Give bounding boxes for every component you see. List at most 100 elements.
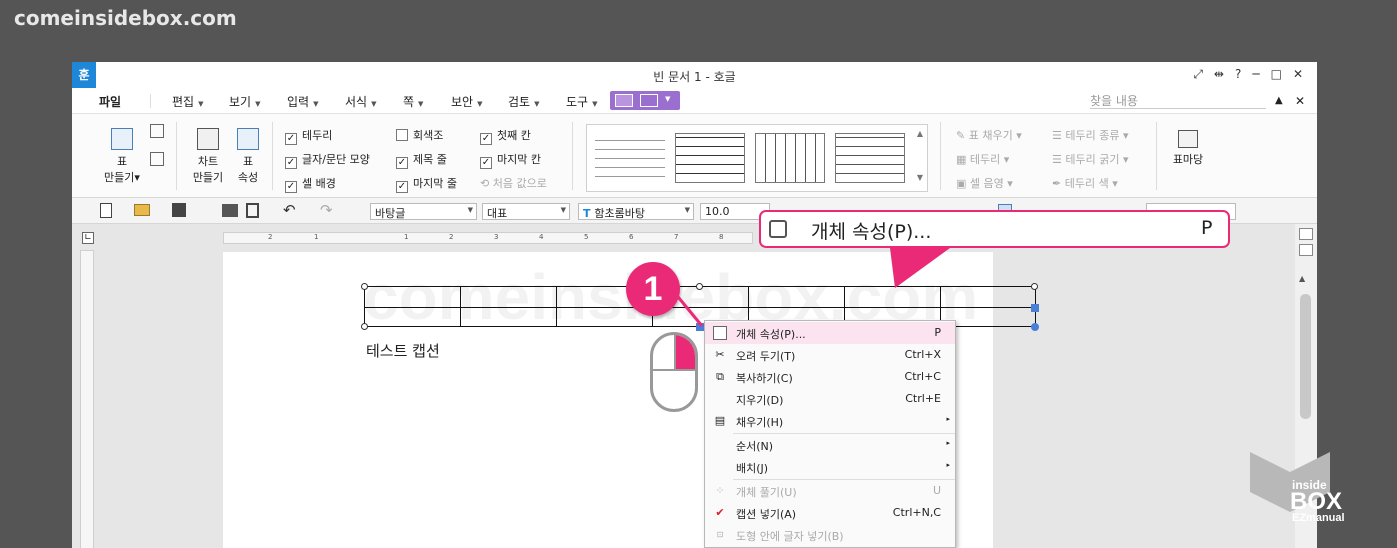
submenu-arrow-icon: ▸ bbox=[946, 439, 950, 447]
fill-icon: ▤ bbox=[714, 414, 726, 427]
menu-security[interactable]: 보안 ▼ bbox=[451, 93, 482, 110]
table-icon bbox=[111, 128, 133, 150]
ctx-arrange[interactable]: 배치(J) ▸ bbox=[705, 456, 955, 478]
paint-icon: ✎ bbox=[956, 129, 969, 142]
ruler-corner-icon[interactable]: ∟ bbox=[82, 232, 94, 244]
submenu-arrow-icon: ▸ bbox=[946, 461, 950, 469]
table-style-2[interactable] bbox=[675, 133, 745, 183]
table-style-gallery[interactable]: ▲ ▼ bbox=[586, 124, 928, 192]
table-context-tab[interactable]: ▼ bbox=[610, 91, 680, 110]
preview-icon[interactable] bbox=[246, 203, 259, 218]
table-style-1[interactable] bbox=[595, 135, 665, 185]
table-handle[interactable] bbox=[361, 323, 368, 330]
check-grayscale[interactable]: 회색조 bbox=[396, 127, 443, 143]
table-layout-icon bbox=[640, 94, 658, 107]
border-type-icon: ☰ bbox=[1052, 129, 1066, 142]
border-button[interactable]: ▦ 테두리 ▾ bbox=[956, 151, 1009, 167]
table-handle[interactable] bbox=[1031, 283, 1038, 290]
table-props-icon bbox=[237, 128, 259, 150]
table-resize-handle[interactable] bbox=[1031, 304, 1039, 312]
border-type-button[interactable]: ☰ 테두리 종류 ▾ bbox=[1052, 127, 1129, 143]
print-icon[interactable] bbox=[222, 204, 238, 217]
border-icon: ▦ bbox=[956, 153, 970, 166]
check-border[interactable]: ✓ 테두리 bbox=[285, 127, 332, 145]
ctx-copy[interactable]: ⧉ 복사하기(C) Ctrl+C bbox=[705, 366, 955, 388]
menu-tools[interactable]: 도구 ▼ bbox=[566, 93, 597, 110]
ribbon-collapse-icon[interactable]: ▲ bbox=[1275, 95, 1283, 106]
ribbon: 표 만들기▾ 차트 만들기 표 속성 ✓ 테두리 ✓ 글자/문단 모양 ✓ 셀 배경 … bbox=[72, 113, 1317, 198]
gallery-down-icon[interactable]: ▼ bbox=[917, 173, 923, 182]
border-color-button[interactable]: ✒ 테두리 색 ▾ bbox=[1052, 175, 1118, 191]
menu-page[interactable]: 쪽 ▼ bbox=[403, 93, 423, 110]
ctx-insert-caption[interactable]: ✔ 캡션 넣기(A) Ctrl+N,C bbox=[705, 502, 955, 524]
split-icon[interactable]: ⇹ bbox=[1214, 67, 1224, 82]
reset-icon: ⟲ bbox=[480, 177, 493, 190]
ungroup-icon: ⁘ bbox=[715, 484, 725, 497]
check-header-row[interactable]: ✓ 제목 줄 bbox=[396, 151, 447, 169]
font-select[interactable]: T 함초롬바탕 ▼ bbox=[578, 203, 694, 220]
insidebox-logo: inside BOX EZmanual bbox=[1250, 452, 1370, 532]
check-first-col[interactable]: ✓ 첫째 칸 bbox=[480, 127, 531, 145]
menu-file[interactable]: 파일 bbox=[99, 93, 121, 110]
fill-table-button[interactable]: ✎ 표 채우기 ▾ bbox=[956, 127, 1022, 143]
gallery-up-icon[interactable]: ▲ bbox=[917, 129, 923, 138]
border-width-icon: ☰ bbox=[1052, 153, 1066, 166]
help-icon[interactable]: ? bbox=[1235, 67, 1241, 82]
ctx-ungroup[interactable]: ⁘ 개체 풀기(U) U bbox=[705, 480, 955, 502]
scissors-icon: ✂ bbox=[715, 348, 725, 361]
scroll-option-icon[interactable] bbox=[1299, 228, 1313, 240]
scroll-up-icon[interactable]: ▲ bbox=[1299, 274, 1305, 283]
ctx-fill[interactable]: ▤ 채우기(H) ▸ bbox=[705, 410, 955, 432]
context-menu: 개체 속성(P)... P ✂ 오려 두기(T) Ctrl+X ⧉ 복사하기(C) Ctr… bbox=[704, 320, 956, 548]
fullscreen-icon[interactable]: ⤢ bbox=[1193, 67, 1203, 82]
minimize-button[interactable]: ─ bbox=[1252, 67, 1259, 82]
stamp-button[interactable]: 표마당 bbox=[1168, 130, 1208, 167]
table-resize-handle[interactable] bbox=[1031, 323, 1039, 331]
scroll-thumb[interactable] bbox=[1300, 294, 1311, 419]
find-input[interactable]: 찾을 내용 bbox=[1090, 92, 1266, 109]
menu-review[interactable]: 검토 ▼ bbox=[508, 93, 539, 110]
table-style-3[interactable] bbox=[755, 133, 825, 183]
chart-icon bbox=[197, 128, 219, 150]
menu-format[interactable]: 서식 ▼ bbox=[345, 93, 376, 110]
new-doc-icon[interactable] bbox=[100, 203, 112, 218]
check-last-col[interactable]: ✓ 마지막 칸 bbox=[480, 151, 541, 169]
menu-insert[interactable]: 입력 ▼ bbox=[287, 93, 318, 110]
undo-icon[interactable]: ↶ bbox=[283, 201, 296, 219]
zoom-callout: 개체 속성(P)... P bbox=[759, 210, 1230, 248]
lang-select[interactable]: 대표 ▼ bbox=[482, 203, 570, 220]
check-last-row[interactable]: ✓ 마지막 줄 bbox=[396, 175, 457, 193]
close-button[interactable]: ✕ bbox=[1293, 67, 1303, 82]
ctx-cut[interactable]: ✂ 오려 두기(T) Ctrl+X bbox=[705, 344, 955, 366]
cell-style-icon[interactable] bbox=[150, 152, 164, 166]
reset-button[interactable]: ⟲ 처음 값으로 bbox=[480, 175, 547, 191]
menu-view[interactable]: 보기 ▼ bbox=[229, 93, 260, 110]
table-design-icon bbox=[615, 94, 633, 107]
table-props-button[interactable]: 표 속성 bbox=[228, 128, 268, 185]
check-cell-bg[interactable]: ✓ 셀 배경 bbox=[285, 175, 336, 193]
check-char-para[interactable]: ✓ 글자/문단 모양 bbox=[285, 151, 370, 169]
open-folder-icon[interactable] bbox=[134, 204, 150, 216]
ctx-text-in-shape[interactable]: ⊡ 도형 안에 글자 넣기(B) bbox=[705, 524, 955, 546]
ctx-delete[interactable]: 지우기(D) Ctrl+E bbox=[705, 388, 955, 410]
ribbon-close-icon[interactable]: ✕ bbox=[1295, 94, 1305, 108]
border-width-button[interactable]: ☰ 테두리 굵기 ▾ bbox=[1052, 151, 1129, 167]
cell-edit-icon[interactable] bbox=[150, 124, 164, 138]
ctx-order[interactable]: 순서(N) ▸ bbox=[705, 434, 955, 456]
table-style-4[interactable] bbox=[835, 133, 905, 183]
chart-make-button[interactable]: 차트 만들기 bbox=[186, 128, 230, 185]
title-bar: 훈 빈 문서 1 - 호글 ⤢ ⇹ ? ─ □ ✕ bbox=[72, 62, 1317, 88]
maximize-button[interactable]: □ bbox=[1271, 67, 1282, 82]
menu-edit[interactable]: 편집 ▼ bbox=[172, 93, 203, 110]
submenu-arrow-icon: ▸ bbox=[946, 415, 950, 423]
table-make-button[interactable]: 표 만들기▾ bbox=[100, 128, 144, 185]
scroll-option-icon[interactable] bbox=[1299, 244, 1313, 256]
ctx-object-props[interactable]: 개체 속성(P)... P bbox=[705, 322, 955, 344]
table-handle[interactable] bbox=[361, 283, 368, 290]
shade-button[interactable]: ▣ 셀 음영 ▾ bbox=[956, 175, 1013, 191]
table-caption[interactable]: 테스트 캡션 bbox=[366, 340, 440, 361]
redo-icon[interactable]: ↷ bbox=[320, 201, 333, 219]
save-icon[interactable] bbox=[172, 203, 186, 217]
style-select[interactable]: 바탕글 ▼ bbox=[370, 203, 477, 220]
shade-icon: ▣ bbox=[956, 177, 970, 190]
